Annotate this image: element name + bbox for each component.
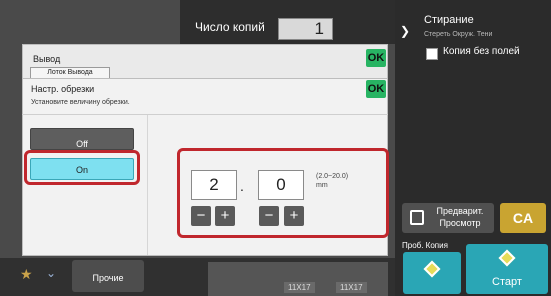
trim-instruction: Установите величину обрезки. — [31, 99, 130, 106]
decimal-separator: . — [240, 178, 244, 194]
no-border-copy-checkbox[interactable] — [426, 48, 438, 60]
chevron-down-icon[interactable]: ⌄ — [46, 266, 56, 280]
unit-text: mm — [316, 182, 328, 189]
output-ok-button[interactable]: OK — [366, 49, 386, 67]
erase-title[interactable]: Стирание — [424, 14, 474, 26]
trim-ok-button[interactable]: OK — [366, 80, 386, 98]
tray-status-strip: 11X17 11X17 — [208, 262, 388, 296]
trim-range-hint: (2.0~20.0) mm — [316, 172, 348, 190]
start-label: Старт — [492, 276, 522, 288]
trim-on-button[interactable]: On — [30, 158, 134, 180]
output-dialog-title: Вывод — [33, 54, 61, 64]
copies-count-field[interactable]: 1 — [278, 18, 333, 40]
trim-integer-field[interactable]: 2 — [191, 170, 237, 200]
integer-plus-button[interactable]: + — [215, 206, 235, 226]
preview-icon — [410, 210, 424, 225]
range-text: (2.0~20.0) — [316, 173, 349, 180]
divider — [22, 114, 388, 115]
erase-subtitle: Стереть Окруж. Тени — [424, 31, 493, 38]
copies-label: Число копий — [195, 20, 265, 34]
proof-copy-label: Проб. Копия — [402, 241, 448, 250]
more-button[interactable]: Прочие — [72, 260, 144, 292]
star-icon[interactable]: ★ — [20, 266, 33, 283]
no-border-copy-label[interactable]: Копия без полей — [443, 46, 520, 57]
tray-size-label: 11X17 — [336, 282, 367, 293]
decimal-plus-button[interactable]: + — [284, 206, 304, 226]
trim-decimal-field[interactable]: 0 — [258, 170, 304, 200]
clear-all-button[interactable]: CA — [500, 203, 546, 233]
preview-label: Предварит. Просмотр — [430, 205, 490, 229]
decimal-minus-button[interactable]: − — [259, 206, 279, 226]
preview-label-line1: Предварит. — [436, 206, 484, 216]
tray-size-label: 11X17 — [284, 282, 315, 293]
chevron-right-icon[interactable]: ❯ — [400, 24, 410, 38]
integer-minus-button[interactable]: − — [191, 206, 211, 226]
trim-off-button[interactable]: Off — [30, 128, 134, 150]
divider — [147, 115, 148, 255]
preview-label-line2: Просмотр — [439, 218, 481, 228]
trim-dialog-title: Настр. обрезки — [31, 84, 95, 94]
